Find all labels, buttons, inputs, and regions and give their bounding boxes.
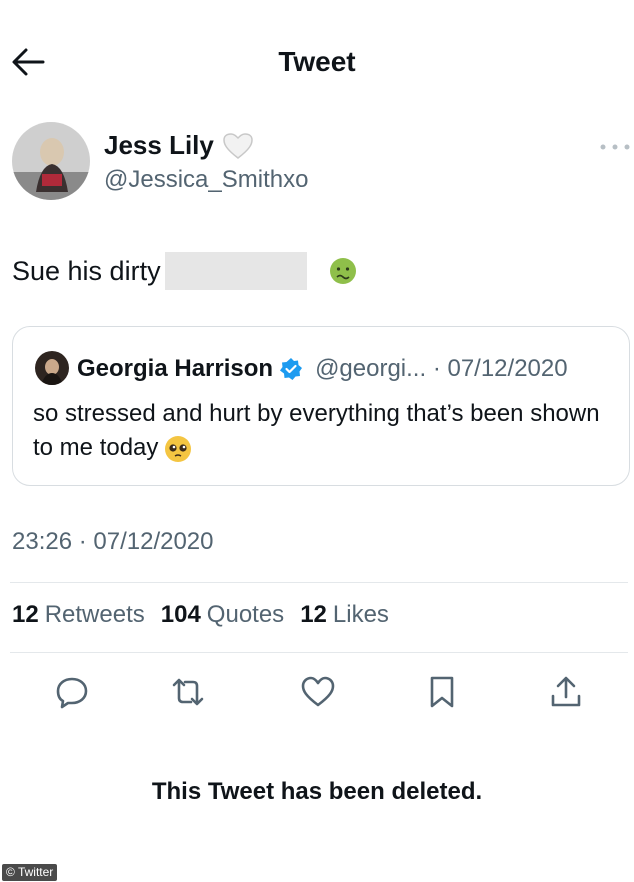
verified-badge-icon [280, 358, 303, 380]
retweet-icon[interactable] [170, 674, 206, 710]
tweet-timestamp[interactable]: 23:26 · 07/12/2020 [12, 528, 214, 556]
bookmark-icon[interactable] [424, 674, 460, 710]
likes-label: Likes [332, 601, 389, 628]
like-icon[interactable] [300, 674, 336, 710]
quotes-stat[interactable]: 104 Quotes [161, 601, 284, 629]
divider [10, 652, 628, 653]
deleted-notice: This Tweet has been deleted. [151, 778, 483, 805]
pleading-face-emoji [165, 435, 192, 462]
quote-avatar[interactable] [35, 351, 69, 385]
quote-text: so stressed and hurt by everything that’… [33, 397, 613, 465]
divider [10, 582, 628, 583]
nauseated-face-emoji [329, 258, 356, 284]
avatar[interactable] [12, 122, 90, 200]
reply-icon[interactable] [54, 674, 90, 710]
quote-author: Georgia Harrison @georgi... · 07/12/2020 [77, 355, 568, 383]
quotes-count: 104 [160, 601, 201, 628]
quote-handle-date: @georgi... · 07/12/2020 [315, 355, 568, 382]
author-handle[interactable]: @Jessica_Smithxo [104, 166, 308, 194]
tweet-text-content: Sue his dirty [12, 255, 161, 286]
retweets-stat[interactable]: 12 Retweets [12, 601, 145, 629]
quotes-label: Quotes [206, 601, 285, 628]
quoted-tweet[interactable]: Georgia Harrison @georgi... · 07/12/2020… [12, 326, 630, 486]
author-name[interactable]: Jess Lily [104, 130, 254, 161]
likes-stat[interactable]: 12 Likes [300, 601, 389, 629]
page-title: Tweet [278, 46, 356, 77]
tweet-text: Sue his dirty [12, 252, 357, 290]
likes-count: 12 [300, 601, 327, 628]
redacted-block [164, 252, 307, 290]
white-heart-icon [223, 132, 253, 159]
quote-author-name: Georgia Harrison [77, 355, 274, 382]
share-icon[interactable] [548, 674, 584, 710]
retweets-label: Retweets [44, 601, 145, 628]
author-name-text: Jess Lily [104, 130, 214, 160]
quote-text-content: so stressed and hurt by everything that’… [33, 400, 600, 461]
image-credit: © Twitter [2, 864, 58, 881]
more-icon[interactable] [598, 140, 632, 154]
tweet-stats: 12 Retweets 104 Quotes 12 Likes [12, 601, 389, 629]
retweets-count: 12 [12, 601, 39, 628]
